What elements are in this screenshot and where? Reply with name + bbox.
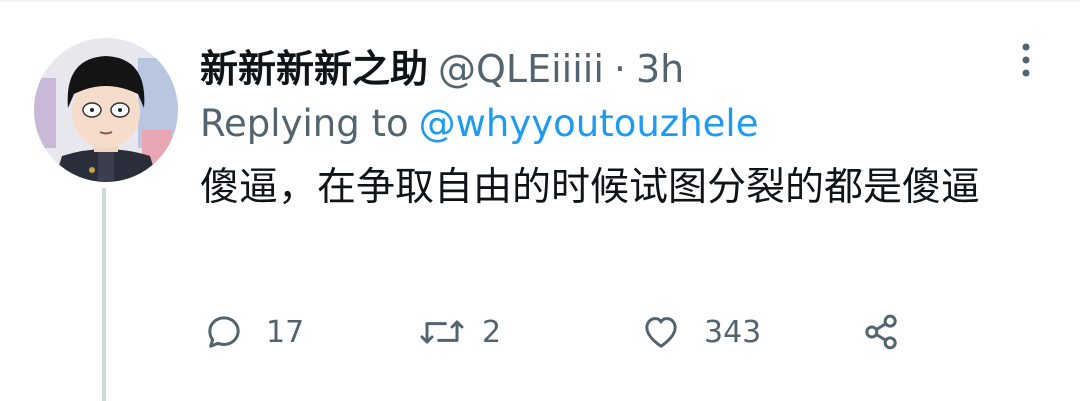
reply-icon bbox=[208, 316, 240, 348]
replying-to: Replying to @whyyoutouzhele bbox=[200, 102, 1040, 145]
reply-button[interactable]: 17 bbox=[204, 312, 304, 352]
replying-to-link[interactable]: @whyyoutouzhele bbox=[419, 102, 759, 145]
like-button[interactable]: 343 bbox=[640, 312, 761, 352]
display-name[interactable]: 新新新新之助 bbox=[200, 38, 428, 93]
retweet-button[interactable]: 2 bbox=[418, 312, 501, 352]
timestamp[interactable]: 3h bbox=[636, 47, 684, 91]
heart-icon bbox=[645, 317, 677, 348]
retweet-icon bbox=[420, 320, 464, 344]
reply-count: 17 bbox=[266, 314, 305, 350]
avatar[interactable] bbox=[34, 38, 178, 182]
like-count: 343 bbox=[704, 314, 762, 350]
more-button[interactable] bbox=[1018, 42, 1034, 78]
tweet-content: 新新新新之助 @QLEiiiii · 3h Replying to @whyyou… bbox=[200, 38, 1040, 216]
user-handle[interactable]: @QLEiiiii bbox=[438, 47, 604, 91]
replying-label: Replying to bbox=[200, 102, 409, 145]
avatar-illustration bbox=[34, 38, 178, 182]
thread-line bbox=[102, 188, 106, 401]
retweet-count: 2 bbox=[482, 314, 502, 350]
share-button[interactable] bbox=[860, 312, 902, 352]
action-bar: 17 2 343 bbox=[204, 312, 924, 352]
top-divider bbox=[0, 0, 1080, 2]
tweet-text: 傻逼，在争取自由的时候试图分裂的都是傻逼 bbox=[200, 165, 981, 210]
share-icon bbox=[865, 314, 897, 350]
separator-dot: · bbox=[613, 47, 626, 91]
tweet[interactable]: 新新新新之助 @QLEiiiii · 3h Replying to @whyyou… bbox=[0, 0, 1080, 401]
tweet-header: 新新新新之助 @QLEiiiii · 3h bbox=[200, 38, 1040, 91]
more-vertical-icon bbox=[1022, 43, 1030, 77]
